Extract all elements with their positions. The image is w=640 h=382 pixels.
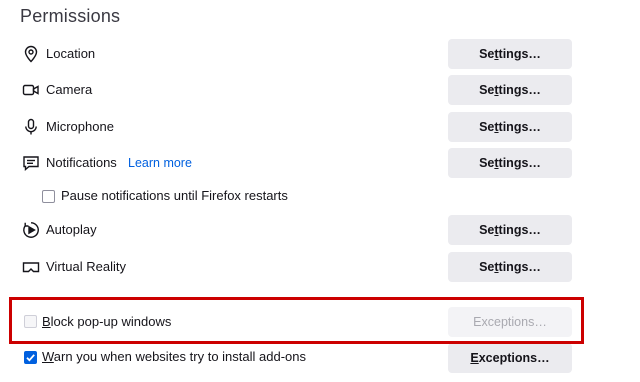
permission-row-location: Location Settings… — [0, 34, 640, 74]
microphone-settings-button[interactable]: Settings… — [448, 112, 572, 142]
autoplay-settings-button[interactable]: Settings… — [448, 215, 572, 245]
location-settings-button[interactable]: Settings… — [448, 39, 572, 69]
microphone-icon — [22, 118, 40, 136]
warn-addons-checkbox[interactable] — [24, 351, 37, 364]
permission-row-camera: Camera Settings… — [0, 70, 640, 110]
camera-icon — [22, 81, 40, 99]
permission-label: Autoplay — [46, 222, 97, 237]
permission-row-virtual-reality: Virtual Reality Settings… — [0, 247, 640, 287]
learn-more-link[interactable]: Learn more — [128, 154, 192, 172]
permission-row-microphone: Microphone Settings… — [0, 107, 640, 147]
permission-row-autoplay: Autoplay Settings… — [0, 210, 640, 250]
checkmark-icon — [26, 354, 35, 362]
camera-settings-button[interactable]: Settings… — [448, 75, 572, 105]
block-popups-exceptions-button[interactable]: Exceptions… — [448, 307, 572, 337]
autoplay-icon — [22, 221, 40, 239]
warn-addons-exceptions-button[interactable]: Exceptions… — [448, 343, 572, 373]
notifications-icon — [22, 154, 40, 172]
permission-label: Notifications — [46, 155, 117, 170]
location-icon — [22, 45, 40, 63]
permission-label: Location — [46, 46, 96, 61]
notifications-settings-button[interactable]: Settings… — [448, 148, 572, 178]
permission-label: Virtual Reality — [46, 259, 126, 274]
permission-row-notifications: Notifications Learn more Settings… — [0, 143, 640, 183]
block-popups-checkbox[interactable] — [24, 315, 37, 328]
permission-label: Microphone — [46, 119, 114, 134]
section-title: Permissions — [20, 6, 121, 26]
pause-notifications-label: Pause notifications until Firefox restar… — [61, 188, 288, 203]
block-popups-label: Block pop-up windows — [42, 314, 172, 329]
vr-headset-icon — [22, 258, 40, 276]
permission-label: Camera — [46, 82, 93, 97]
virtual-reality-settings-button[interactable]: Settings… — [448, 252, 572, 282]
pause-notifications-checkbox[interactable] — [42, 190, 55, 203]
warn-addons-label: Warn you when websites try to install ad… — [42, 349, 306, 364]
